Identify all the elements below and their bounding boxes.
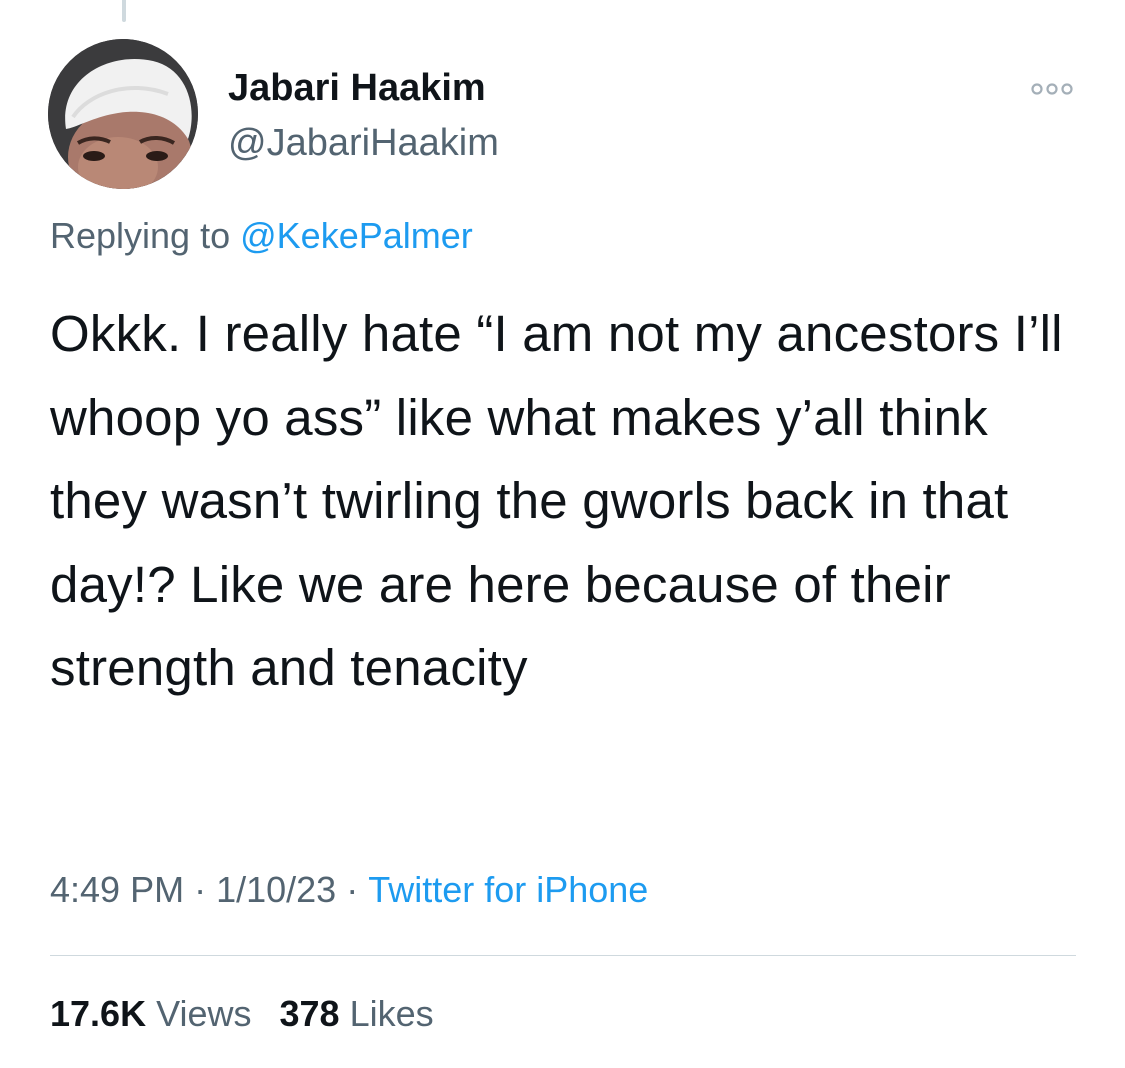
tweet-stats: 17.6K Views 378 Likes	[50, 990, 434, 1038]
tweet-source-link[interactable]: Twitter for iPhone	[368, 869, 648, 910]
likes-count: 378	[279, 993, 340, 1034]
author-handle[interactable]: @JabariHaakim	[228, 121, 499, 165]
tweet-date[interactable]: 1/10/23	[216, 869, 336, 910]
tweet-time[interactable]: 4:49 PM	[50, 869, 184, 910]
tweet-metadata: 4:49 PM · 1/10/23 · Twitter for iPhone	[50, 866, 648, 914]
likes-label: Likes	[349, 993, 434, 1034]
divider	[50, 955, 1076, 956]
avatar-image	[48, 39, 198, 189]
more-horizontal-icon	[1031, 83, 1073, 95]
thread-connector-line	[122, 0, 126, 22]
avatar[interactable]	[48, 39, 198, 189]
replying-to-mention-link[interactable]: @KekePalmer	[240, 215, 473, 256]
views-count: 17.6K	[50, 993, 147, 1034]
more-options-button[interactable]	[1028, 76, 1076, 102]
tweet-text: Okkk. I really hate “I am not my ancesto…	[50, 305, 1063, 696]
separator-dot: ·	[194, 869, 207, 910]
replying-to-prefix: Replying to	[50, 215, 241, 256]
views-stat[interactable]: 17.6K Views	[50, 993, 251, 1034]
views-label: Views	[156, 993, 252, 1034]
likes-stat[interactable]: 378 Likes	[279, 993, 433, 1034]
replying-to-line: Replying to @KekePalmer	[50, 214, 473, 258]
author-name[interactable]: Jabari Haakim	[228, 66, 486, 110]
separator-dot: ·	[346, 869, 359, 910]
